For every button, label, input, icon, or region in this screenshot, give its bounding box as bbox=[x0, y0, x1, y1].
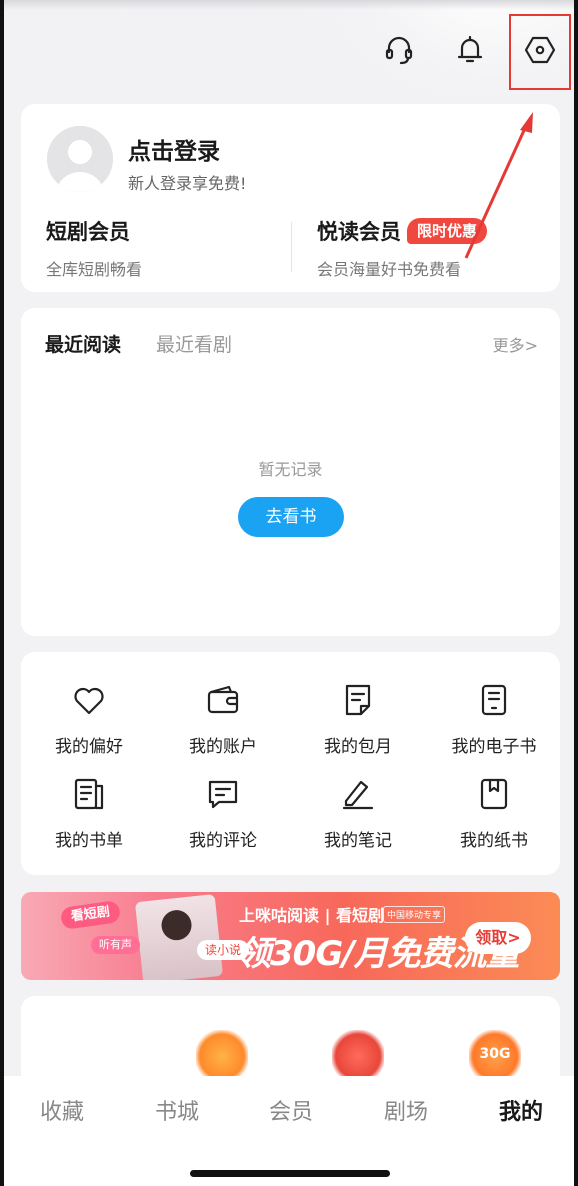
grid-label: 我的笔记 bbox=[324, 831, 392, 851]
banner-claim-button[interactable]: 领取> bbox=[465, 922, 531, 954]
member-title: 悦读会员 bbox=[317, 220, 401, 244]
grid-label: 我的评论 bbox=[189, 831, 257, 851]
banner-photo bbox=[134, 894, 224, 980]
pen-icon bbox=[342, 780, 374, 810]
headset-icon[interactable] bbox=[379, 30, 419, 70]
bookmark-book-icon bbox=[480, 778, 508, 810]
divider bbox=[291, 222, 292, 272]
home-indicator[interactable] bbox=[190, 1170, 390, 1177]
red-envelope-icon[interactable] bbox=[332, 1030, 384, 1078]
profile-page: 点击登录 新人登录享免费! 短剧会员 全库短剧畅看 悦读会员 限时优惠 会员海量… bbox=[0, 0, 578, 1186]
member-title: 短剧会员 bbox=[46, 220, 130, 244]
avatar[interactable] bbox=[47, 126, 113, 192]
bottom-nav: 收藏 书城 会员 剧场 我的 bbox=[0, 1076, 578, 1186]
recent-card: 最近阅读 最近看剧 更多> 暂无记录 去看书 bbox=[21, 308, 560, 636]
comment-icon bbox=[208, 780, 238, 809]
document-icon bbox=[345, 684, 371, 716]
grid-item-ebook[interactable]: 我的电子书 bbox=[434, 682, 554, 757]
login-subtitle: 新人登录享免费! bbox=[128, 174, 247, 193]
tab-recent-drama[interactable]: 最近看剧 bbox=[156, 330, 232, 357]
status-bar bbox=[0, 0, 578, 10]
screen-edge-right bbox=[574, 0, 578, 1186]
login-card[interactable]: 点击登录 新人登录享免费! 短剧会员 全库短剧畅看 悦读会员 限时优惠 会员海量… bbox=[21, 104, 560, 292]
grid-item-booklist[interactable]: 我的书单 bbox=[29, 776, 149, 851]
grid-label: 我的纸书 bbox=[460, 831, 528, 851]
grid-label: 我的电子书 bbox=[451, 737, 537, 757]
promo-badge: 限时优惠 bbox=[407, 218, 488, 244]
booklist-icon bbox=[74, 778, 104, 810]
banner-top-text: 上咪咕阅读 | 看短剧 bbox=[239, 906, 384, 925]
banner-tag: 中国移动专享 bbox=[383, 906, 446, 923]
settings-highlight-box bbox=[509, 14, 571, 90]
ebook-icon bbox=[481, 684, 507, 716]
empty-state-text: 暂无记录 bbox=[258, 460, 323, 479]
more-link[interactable]: 更多> bbox=[493, 332, 538, 356]
grid-label: 我的账户 bbox=[189, 737, 257, 757]
go-read-button[interactable]: 去看书 bbox=[238, 497, 344, 537]
banner-pill-drama: 看短剧 bbox=[59, 900, 122, 930]
grid-item-comment[interactable]: 我的评论 bbox=[163, 776, 283, 851]
member-desc: 全库短剧畅看 bbox=[46, 260, 143, 279]
banner-pill-audio: 听有声 bbox=[91, 936, 140, 954]
nav-favorites[interactable]: 收藏 bbox=[12, 1094, 112, 1126]
grid-item-account[interactable]: 我的账户 bbox=[163, 682, 283, 757]
default-avatar-icon bbox=[47, 126, 113, 192]
short-drama-membership[interactable]: 短剧会员 全库短剧畅看 bbox=[46, 216, 142, 280]
grid-item-notes[interactable]: 我的笔记 bbox=[298, 776, 418, 851]
data-gift-icon[interactable]: 30G bbox=[469, 1030, 521, 1078]
grid-label: 我的偏好 bbox=[55, 737, 123, 757]
nav-membership[interactable]: 会员 bbox=[241, 1094, 341, 1126]
member-desc: 会员海量好书免费看 bbox=[317, 260, 462, 279]
login-title[interactable]: 点击登录 bbox=[128, 132, 220, 166]
nav-theater[interactable]: 剧场 bbox=[356, 1094, 456, 1126]
my-features-grid: 我的偏好 我的账户 我的包月 我的电子书 我的书单 我的评论 我的笔记 我的纸书 bbox=[21, 652, 560, 875]
tab-recent-reading[interactable]: 最近阅读 bbox=[45, 330, 121, 357]
nav-bookstore[interactable]: 书城 bbox=[127, 1094, 227, 1126]
grid-item-preference[interactable]: 我的偏好 bbox=[29, 682, 149, 757]
grid-label: 我的包月 bbox=[324, 737, 392, 757]
heart-icon bbox=[74, 687, 104, 715]
promo-banner[interactable]: 看短剧 听有声 读小说 上咪咕阅读 | 看短剧 中国移动专享 领30G/月免费流… bbox=[21, 892, 560, 980]
gift-box-icon[interactable] bbox=[196, 1030, 248, 1078]
wallet-icon bbox=[207, 685, 239, 714]
reading-membership[interactable]: 悦读会员 限时优惠 会员海量好书免费看 bbox=[317, 216, 488, 280]
header-background bbox=[0, 0, 578, 120]
screen-edge-left bbox=[0, 0, 4, 1186]
grid-item-monthly[interactable]: 我的包月 bbox=[298, 682, 418, 757]
grid-label: 我的书单 bbox=[55, 831, 123, 851]
nav-mine[interactable]: 我的 bbox=[471, 1094, 571, 1126]
grid-item-paper-book[interactable]: 我的纸书 bbox=[434, 776, 554, 851]
bell-icon[interactable] bbox=[450, 30, 490, 70]
